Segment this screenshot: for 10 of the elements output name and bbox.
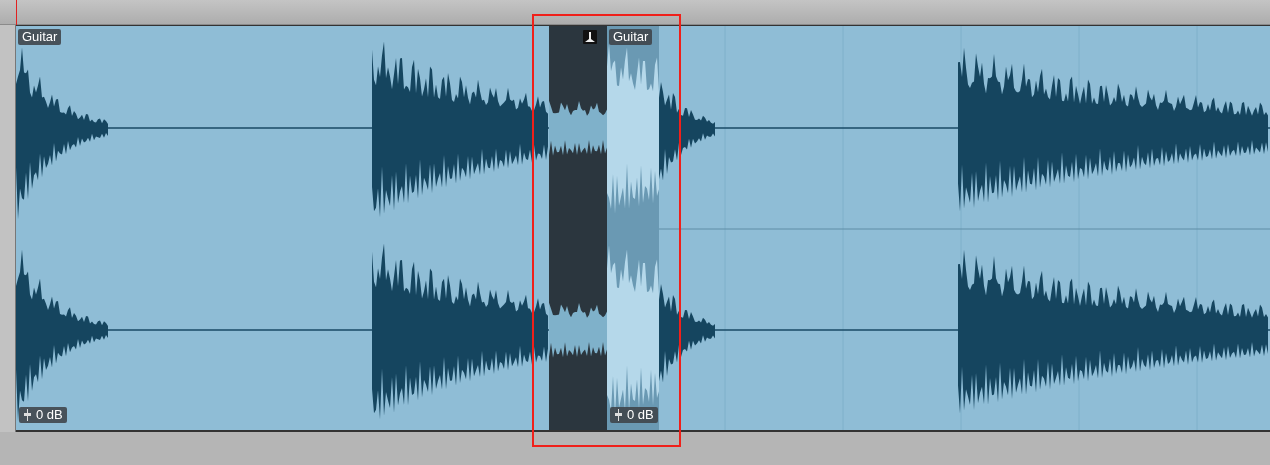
fade-icon[interactable] bbox=[583, 30, 597, 44]
gain-control[interactable]: 0 dB bbox=[19, 407, 67, 423]
fader-icon bbox=[614, 409, 623, 421]
clip-name: Guitar bbox=[609, 29, 653, 45]
audio-clip[interactable] bbox=[607, 26, 659, 430]
gain-control[interactable]: 0 dB bbox=[610, 407, 658, 423]
audio-clip[interactable] bbox=[16, 26, 549, 430]
clip-name: Guitar bbox=[18, 29, 62, 45]
crossfade-region[interactable] bbox=[549, 26, 607, 430]
fader-icon bbox=[23, 409, 32, 421]
